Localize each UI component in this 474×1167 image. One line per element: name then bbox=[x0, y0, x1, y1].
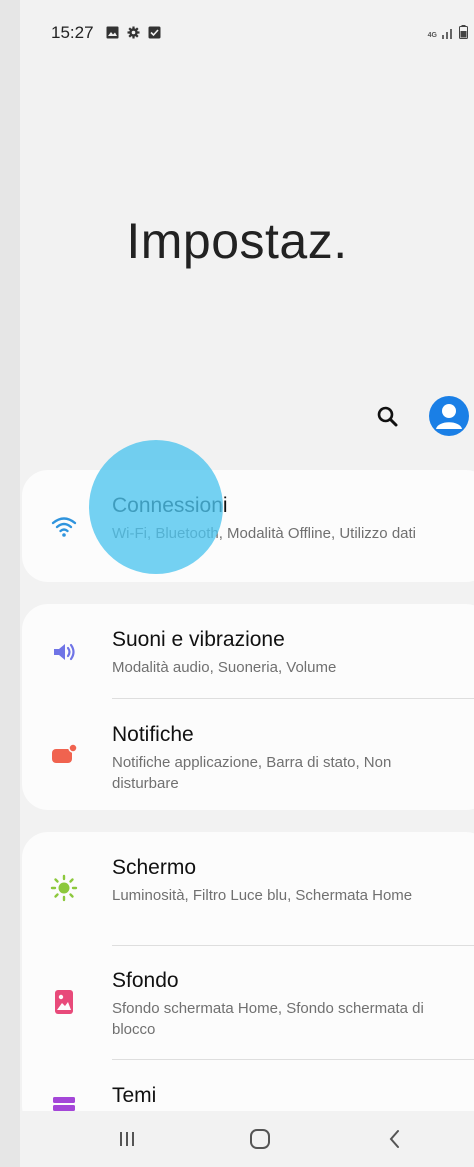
item-title-wallpaper: Sfondo bbox=[112, 969, 179, 992]
settings-card-sound-notifications: Suoni e vibrazione Modalità audio, Suone… bbox=[22, 604, 474, 810]
settings-card-connections: Connessioni Wi-Fi, Bluetooth, Modalità O… bbox=[22, 470, 474, 582]
status-notification-icons bbox=[106, 26, 161, 39]
status-bar: 15:27 4G bbox=[20, 0, 474, 66]
back-icon[interactable] bbox=[380, 1127, 410, 1151]
item-title-display: Schermo bbox=[112, 856, 197, 879]
item-title-connections: Connessioni bbox=[112, 494, 228, 517]
settings-item-connections[interactable]: Connessioni Wi-Fi, Bluetooth, Modalità O… bbox=[22, 470, 474, 582]
settings-item-wallpaper[interactable]: Sfondo Sfondo schermata Home, Sfondo sch… bbox=[22, 946, 474, 1059]
item-subtitle-connections: Wi-Fi, Bluetooth, Modalità Offline, Util… bbox=[112, 525, 417, 542]
status-time: 15:27 bbox=[51, 23, 94, 42]
settings-item-sounds[interactable]: Suoni e vibrazione Modalità audio, Suone… bbox=[22, 604, 474, 698]
check-square-icon bbox=[148, 26, 161, 39]
recents-icon[interactable] bbox=[112, 1127, 142, 1151]
signal-icon bbox=[442, 29, 452, 39]
status-system-icons: 4G bbox=[428, 25, 468, 39]
account-icon bbox=[436, 404, 462, 429]
item-subtitle-wallpaper: Sfondo schermata Home, Sfondo schermata … bbox=[112, 1000, 424, 1038]
settings-card-display: Schermo Luminosità, Filtro Luce blu, Sch… bbox=[22, 832, 474, 1132]
settings-item-notifications[interactable]: Notifiche Notifiche applicazione, Barra … bbox=[22, 699, 474, 810]
item-subtitle-display: Luminosità, Filtro Luce blu, Schermata H… bbox=[112, 887, 413, 904]
battery-icon bbox=[459, 25, 468, 39]
page-title: Impostaz. bbox=[126, 213, 348, 269]
settings-screen: 15:27 4G Impostaz. Connessioni Wi-Fi, Bl… bbox=[20, 0, 474, 1167]
account-button[interactable] bbox=[429, 396, 469, 436]
notification-icon bbox=[52, 743, 78, 763]
home-icon[interactable] bbox=[245, 1127, 275, 1151]
volume-icon bbox=[54, 643, 75, 661]
item-title-sounds: Suoni e vibrazione bbox=[112, 628, 285, 651]
search-icon[interactable] bbox=[375, 404, 401, 430]
wallpaper-icon bbox=[55, 990, 73, 1014]
brightness-icon bbox=[50, 874, 78, 902]
gear-icon bbox=[127, 26, 140, 39]
image-icon bbox=[106, 26, 119, 39]
network-type: 4G bbox=[427, 32, 437, 39]
item-subtitle-notifications: Notifiche applicazione, Barra di stato, … bbox=[112, 754, 392, 792]
item-subtitle-sounds: Modalità audio, Suoneria, Volume bbox=[112, 659, 337, 676]
settings-item-display[interactable]: Schermo Luminosità, Filtro Luce blu, Sch… bbox=[22, 832, 474, 945]
item-title-themes: Temi bbox=[112, 1084, 157, 1107]
item-title-notifications: Notifiche bbox=[112, 723, 194, 746]
navigation-bar bbox=[20, 1111, 474, 1167]
wifi-icon bbox=[51, 517, 77, 537]
